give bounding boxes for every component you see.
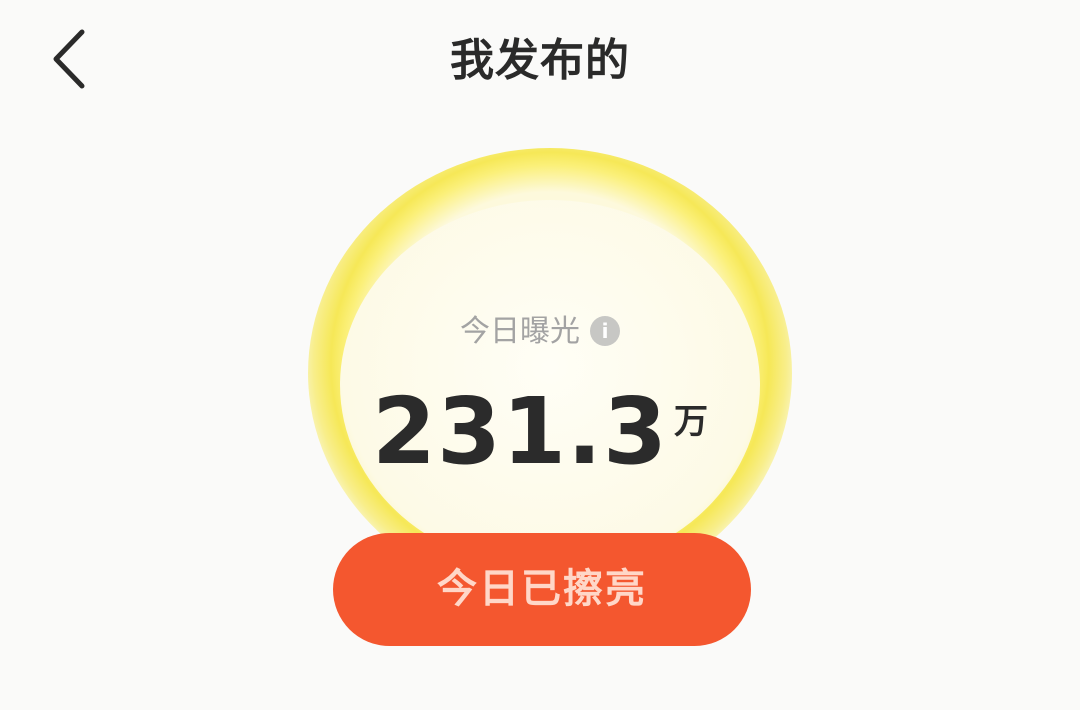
- exposure-label-row: 今日曝光 i: [0, 306, 1080, 350]
- exposure-value-row: 231.3 万: [0, 378, 1080, 485]
- exposure-value: 231.3: [371, 378, 668, 485]
- polished-today-button[interactable]: 今日已擦亮: [333, 533, 751, 646]
- info-icon[interactable]: i: [590, 316, 620, 346]
- exposure-label: 今日曝光: [460, 314, 580, 349]
- page-title: 我发布的: [450, 35, 630, 86]
- top-nav-bar: 我发布的: [0, 0, 1080, 110]
- exposure-unit: 万: [674, 402, 708, 442]
